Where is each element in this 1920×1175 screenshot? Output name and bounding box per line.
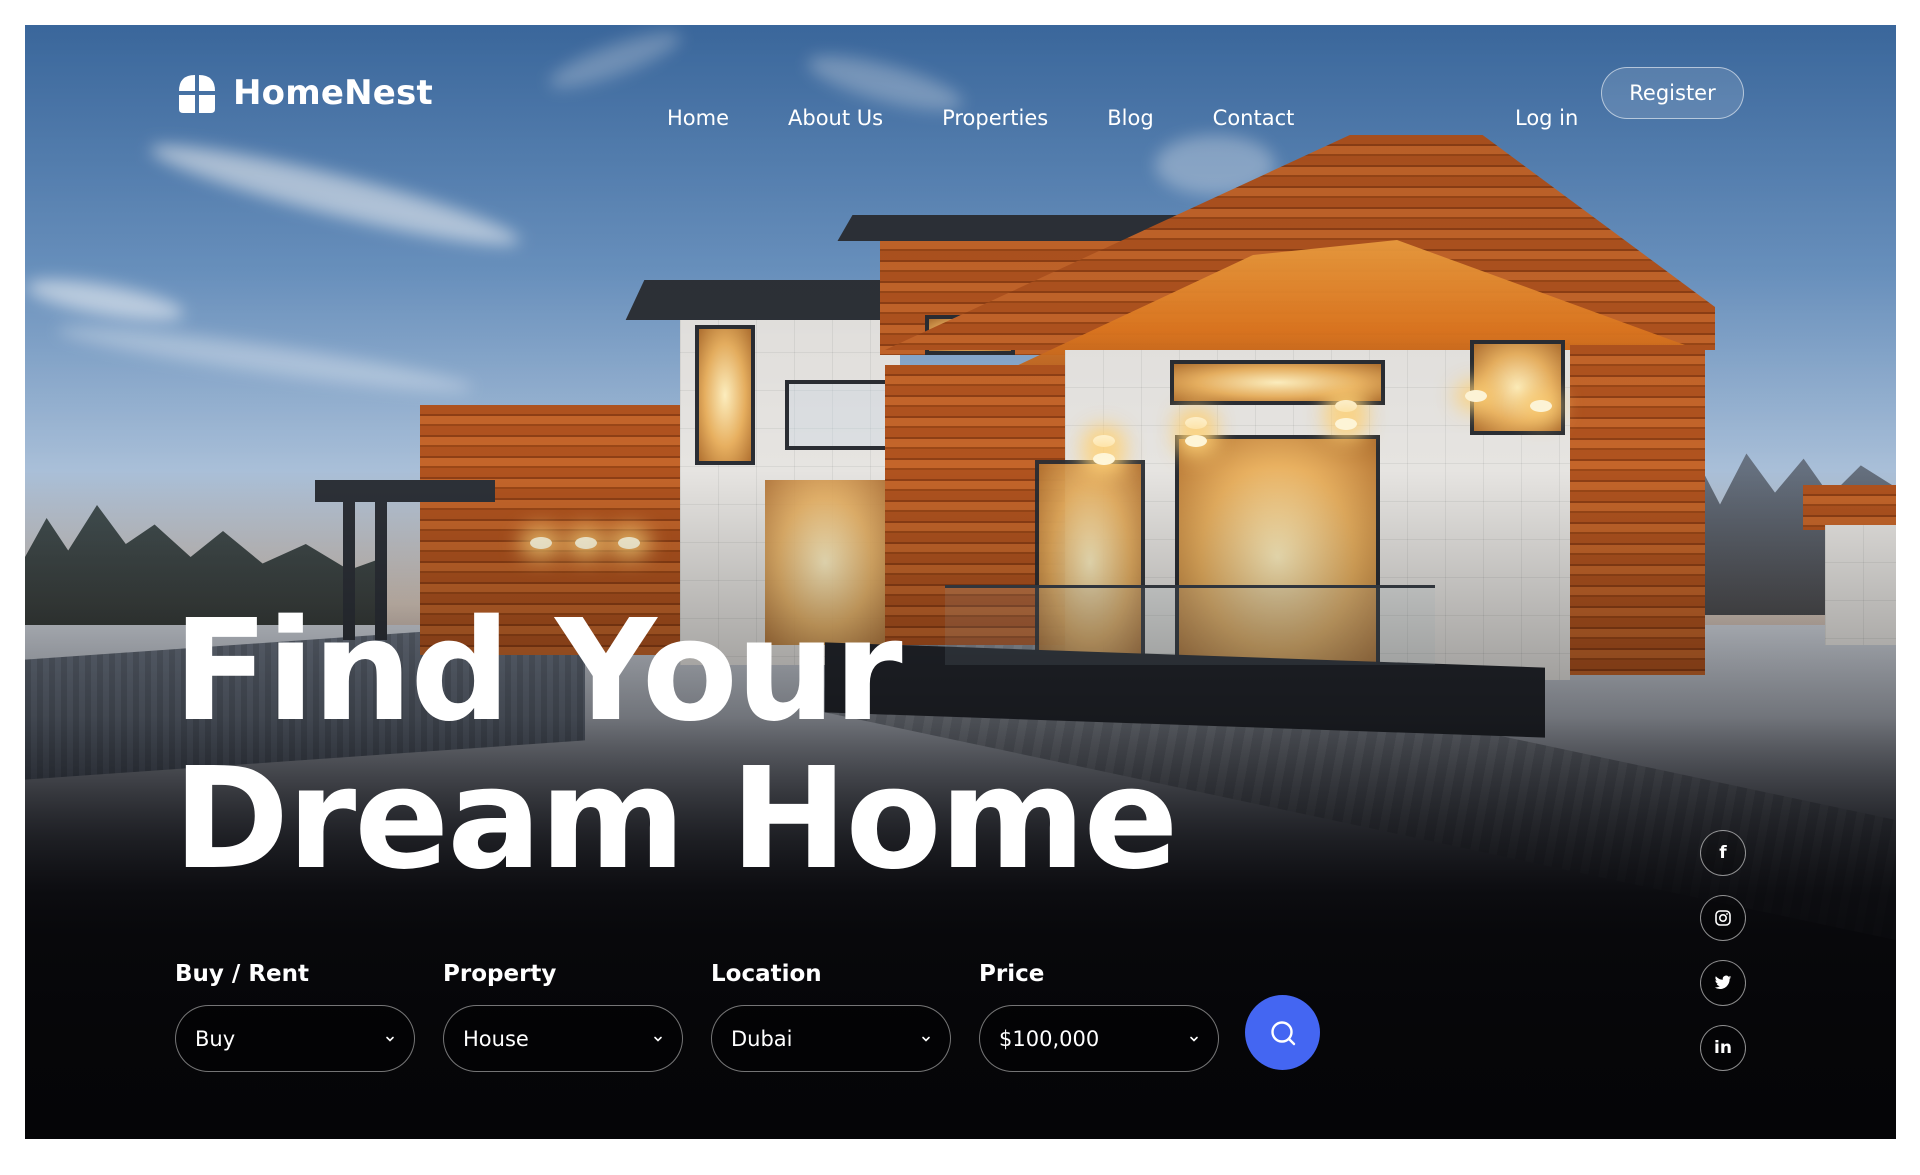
facebook-icon: f <box>1719 843 1727 863</box>
hero-title-line-2: Dream Home <box>173 738 1178 901</box>
nav-link-contact[interactable]: Contact <box>1213 105 1295 131</box>
chevron-down-icon <box>654 1036 662 1042</box>
nav-link-about-us[interactable]: About Us <box>788 105 883 131</box>
top-navigation: HomeNest Home About Us Properties Blog C… <box>25 25 1896 165</box>
house-quadrant-icon <box>179 75 215 113</box>
buy-rent-label: Buy / Rent <box>175 961 309 987</box>
hero-section: HomeNest Home About Us Properties Blog C… <box>25 25 1896 1139</box>
location-label: Location <box>711 961 822 987</box>
instagram-link[interactable] <box>1700 895 1746 941</box>
location-value: Dubai <box>731 1026 793 1051</box>
brand-logo[interactable]: HomeNest <box>175 71 433 115</box>
main-menu: Home About Us Properties Blog Contact <box>667 105 1294 131</box>
chevron-down-icon <box>922 1036 930 1042</box>
price-value: $100,000 <box>999 1026 1100 1051</box>
nav-link-properties[interactable]: Properties <box>942 105 1048 131</box>
location-select[interactable]: Dubai <box>711 1005 951 1072</box>
twitter-link[interactable] <box>1700 960 1746 1006</box>
linkedin-icon: in <box>1714 1038 1732 1058</box>
price-label: Price <box>979 961 1045 987</box>
search-field-location: Location Dubai <box>711 960 951 1072</box>
search-field-property: Property House <box>443 960 683 1072</box>
facebook-link[interactable]: f <box>1700 830 1746 876</box>
nav-link-blog[interactable]: Blog <box>1107 105 1153 131</box>
price-select[interactable]: $100,000 <box>979 1005 1219 1072</box>
twitter-icon <box>1714 975 1732 990</box>
login-link[interactable]: Log in <box>1515 105 1578 131</box>
brand-name: HomeNest <box>233 73 433 113</box>
search-field-buy-rent: Buy / Rent Buy <box>175 960 415 1072</box>
buy-rent-select[interactable]: Buy <box>175 1005 415 1072</box>
property-value: House <box>463 1026 529 1051</box>
search-button[interactable] <box>1245 995 1320 1070</box>
property-select[interactable]: House <box>443 1005 683 1072</box>
social-links: f in <box>1700 830 1746 1071</box>
instagram-icon <box>1715 910 1731 926</box>
linkedin-link[interactable]: in <box>1700 1025 1746 1071</box>
property-label: Property <box>443 961 557 987</box>
search-icon <box>1270 1020 1295 1045</box>
hero-title: Find Your Dream Home <box>173 590 1178 901</box>
chevron-down-icon <box>1190 1036 1198 1042</box>
chevron-down-icon <box>386 1036 394 1042</box>
buy-rent-value: Buy <box>195 1026 236 1051</box>
hero-title-line-1: Find Your <box>173 590 903 753</box>
register-button[interactable]: Register <box>1601 67 1744 119</box>
nav-link-home[interactable]: Home <box>667 105 729 131</box>
search-field-price: Price $100,000 <box>979 960 1219 1072</box>
